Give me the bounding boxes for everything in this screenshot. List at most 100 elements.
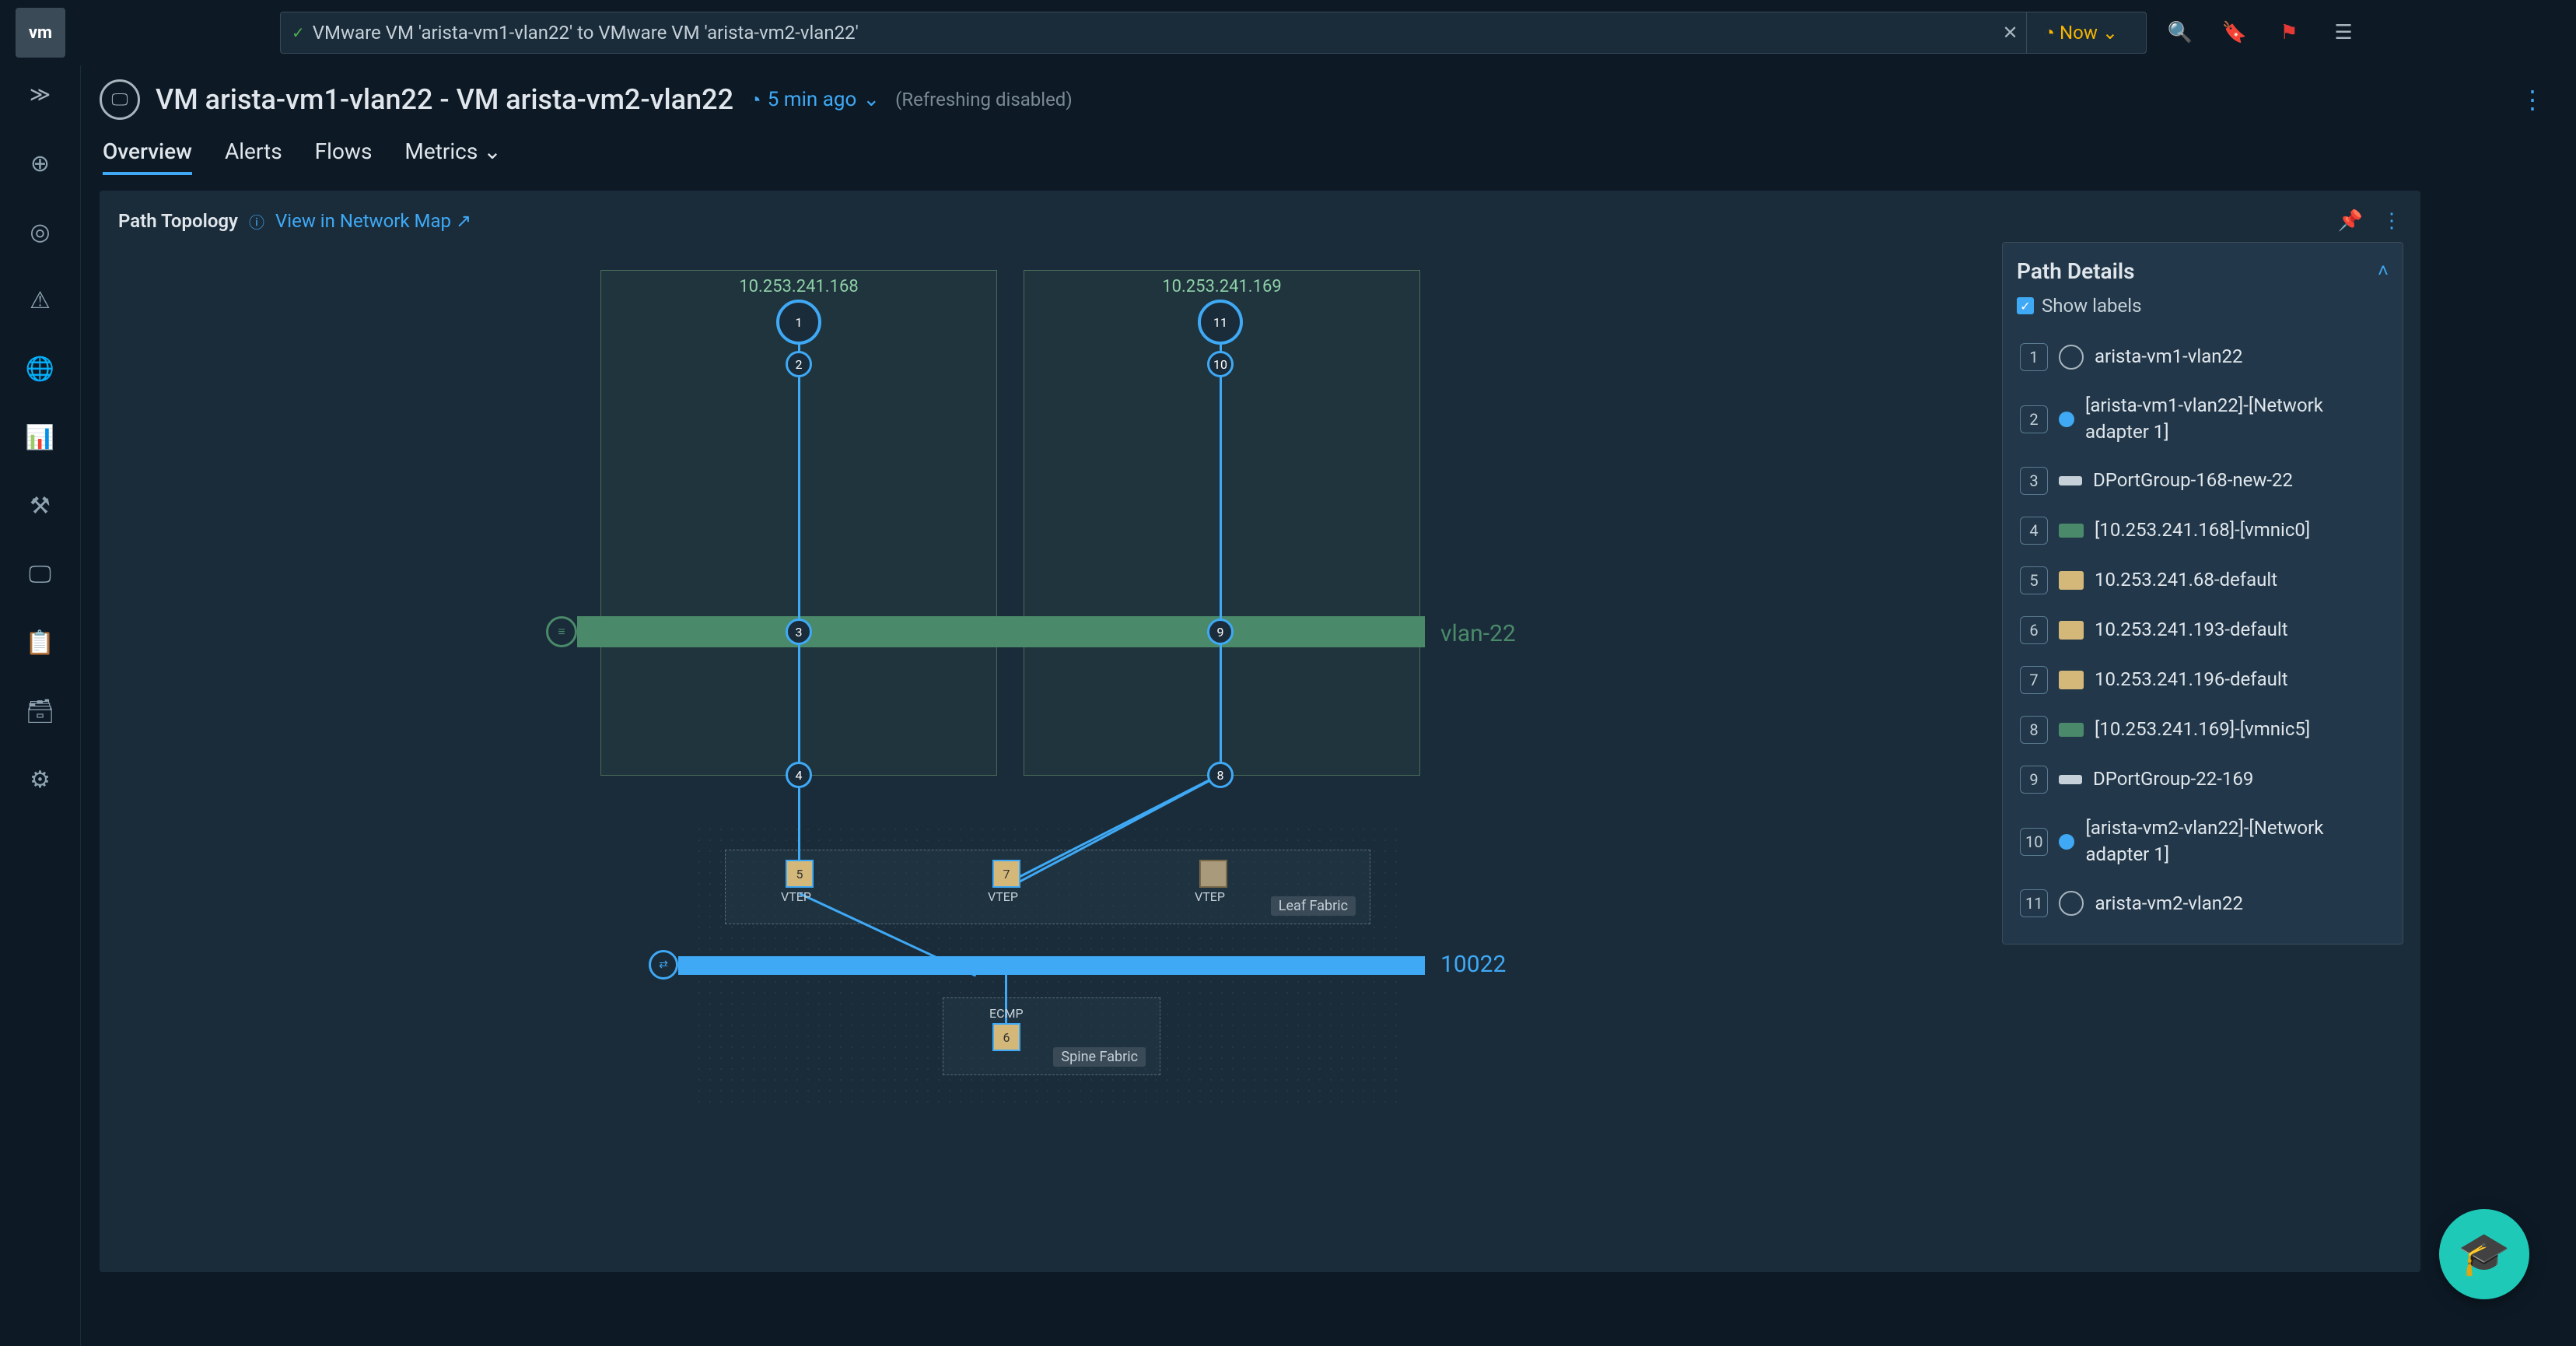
show-labels-checkbox[interactable]: ✓ Show labels xyxy=(2017,295,2389,317)
node-num: 2 xyxy=(796,357,803,372)
view-in-network-map-link[interactable]: View in Network Map ↗ xyxy=(275,210,471,232)
path-details-title: Path Details xyxy=(2017,258,2135,284)
tabs: Overview Alerts Flows Metrics ⌄ xyxy=(100,131,2576,175)
path-detail-row[interactable]: 6 10.253.241.193-default xyxy=(2017,605,2389,655)
topo-node-1[interactable]: 1 xyxy=(776,300,821,345)
topo-node-10[interactable]: 10 xyxy=(1207,351,1234,377)
topo-node-2[interactable]: 2 xyxy=(786,351,812,377)
search-icon[interactable]: 🔍 xyxy=(2159,12,2201,54)
vxlan-band: ⇄ xyxy=(678,956,1425,975)
tab-flows[interactable]: Flows xyxy=(315,131,373,175)
net-icon xyxy=(2059,476,2082,485)
step-number: 5 xyxy=(2020,566,2048,594)
step-number: 2 xyxy=(2020,405,2048,433)
step-label: DPortGroup-168-new-22 xyxy=(2093,468,2385,494)
path-detail-row[interactable]: 4[10.253.241.168]-[vmnic0] xyxy=(2017,506,2389,556)
monitor-icon[interactable]: 🖵 xyxy=(22,556,59,593)
vtep-label: VTEP xyxy=(988,889,1018,904)
sidebar: ≫ ⊕ ◎ ⚠ 🌐 📊 ⚒ 🖵 📋 🗃 ⚙ xyxy=(0,65,81,1346)
ecmp-label: ECMP xyxy=(989,1006,1024,1021)
help-fab[interactable]: 🎓 xyxy=(2439,1209,2529,1299)
target-icon[interactable]: ◎ xyxy=(22,213,59,251)
globe-icon[interactable]: 🌐 xyxy=(22,350,59,387)
bookmark-icon[interactable]: 🔖 xyxy=(2214,12,2256,54)
sw-icon xyxy=(2059,571,2084,590)
node-num: 10 xyxy=(1213,357,1227,372)
info-icon[interactable]: ⓘ xyxy=(249,210,264,233)
path-detail-row[interactable]: 10 [arista-vm2-vlan22]-[Network adapter 1… xyxy=(2017,804,2389,878)
vmware-logo[interactable]: vm xyxy=(16,8,65,58)
warning-icon[interactable]: ⚠ xyxy=(22,282,59,319)
flag-icon[interactable]: ⚑ xyxy=(2268,12,2310,54)
globe-grid-icon[interactable]: ⊕ xyxy=(22,145,59,182)
expand-sidebar-icon[interactable]: ≫ xyxy=(22,76,59,114)
tab-alerts[interactable]: Alerts xyxy=(225,131,282,175)
node-num: 4 xyxy=(796,768,803,783)
node-num: 3 xyxy=(796,625,803,640)
path-detail-row[interactable]: 11 arista-vm2-vlan22 xyxy=(2017,878,2389,928)
topo-node-4[interactable]: 4 xyxy=(786,762,812,788)
node-num: 6 xyxy=(1003,1030,1010,1045)
topo-node-5[interactable]: 5 xyxy=(786,860,814,888)
panel-menu-icon[interactable]: ⋮ xyxy=(2382,209,2402,233)
topo-node-3[interactable]: 3 xyxy=(786,619,812,645)
collapse-icon[interactable]: ˄ xyxy=(2378,260,2389,282)
tab-overview[interactable]: Overview xyxy=(103,131,192,175)
step-label: arista-vm2-vlan22 xyxy=(2095,891,2385,917)
path-detail-row[interactable]: 8[10.253.241.169]-[vmnic5] xyxy=(2017,705,2389,755)
vxlan-icon: ⇄ xyxy=(649,950,678,980)
network-icon[interactable]: ⚒ xyxy=(22,487,59,524)
topo-node-11[interactable]: 11 xyxy=(1198,300,1243,345)
step-label: [arista-vm2-vlan22]-[Network adapter 1] xyxy=(2085,815,2385,868)
gear-icon[interactable]: ⚙ xyxy=(22,761,59,798)
show-labels-text: Show labels xyxy=(2042,295,2141,317)
hamburger-menu-icon[interactable]: ☰ xyxy=(2322,12,2364,54)
node-num: 7 xyxy=(1003,867,1010,882)
step-number: 10 xyxy=(2020,828,2048,856)
monitor-icon xyxy=(2059,891,2084,916)
path-detail-row[interactable]: 2 [arista-vm1-vlan22]-[Network adapter 1] xyxy=(2017,382,2389,456)
topo-node-7[interactable]: 7 xyxy=(992,860,1020,888)
time-ago-button[interactable]: ◔ 5 min ago ⌄ xyxy=(749,88,880,112)
spine-fabric-label: Spine Fabric xyxy=(1053,1047,1146,1067)
view-link-label: View in Network Map xyxy=(275,210,451,232)
clear-search-icon[interactable]: ✕ xyxy=(1994,22,2025,44)
step-label: 10.253.241.196-default xyxy=(2095,667,2385,693)
pin-icon[interactable]: 📌 xyxy=(2338,209,2363,233)
chart-search-icon[interactable]: 📊 xyxy=(22,419,59,456)
node-num: 5 xyxy=(796,867,803,882)
path-detail-row[interactable]: 9DPortGroup-22-169 xyxy=(2017,755,2389,804)
topo-node-9[interactable]: 9 xyxy=(1207,619,1234,645)
tab-metrics[interactable]: Metrics ⌄ xyxy=(404,131,501,175)
path-detail-row[interactable]: 510.253.241.68-default xyxy=(2017,556,2389,605)
external-link-icon: ↗ xyxy=(456,210,471,232)
node-num: 1 xyxy=(796,315,803,330)
step-number: 7 xyxy=(2020,666,2048,694)
dot-icon xyxy=(2059,412,2074,427)
time-now-button[interactable]: ◔ Now ⌄ xyxy=(2026,12,2135,53)
node-num: 11 xyxy=(1213,315,1227,330)
step-label: 10.253.241.193-default xyxy=(2095,617,2385,643)
step-number: 11 xyxy=(2020,889,2048,917)
vlan-icon: ≡ xyxy=(546,616,577,647)
path-detail-row[interactable]: 7 10.253.241.196-default xyxy=(2017,655,2389,705)
nic-icon xyxy=(2059,524,2084,538)
step-label: DPortGroup-22-169 xyxy=(2093,766,2385,793)
more-actions-icon[interactable]: ⋮ xyxy=(2520,85,2545,114)
chevron-down-icon: ⌄ xyxy=(863,88,880,111)
search-bar[interactable]: ✓ VMware VM 'arista-vm1-vlan22' to VMwar… xyxy=(280,12,2147,54)
vxlan-label: 10022 xyxy=(1440,951,1506,978)
chevron-down-icon: ⌄ xyxy=(2102,22,2118,44)
topo-node-vtep3[interactable] xyxy=(1199,860,1227,888)
path-detail-row[interactable]: 1arista-vm1-vlan22 xyxy=(2017,332,2389,382)
step-label: [arista-vm1-vlan22]-[Network adapter 1] xyxy=(2085,393,2385,445)
sw-icon xyxy=(2059,671,2084,689)
pin-list-icon[interactable]: 📋 xyxy=(22,624,59,661)
topo-node-6[interactable]: 6 xyxy=(992,1023,1020,1051)
monitor-icon xyxy=(2059,345,2084,370)
step-number: 6 xyxy=(2020,616,2048,644)
topo-node-8[interactable]: 8 xyxy=(1207,762,1234,788)
list-search-icon[interactable]: 🗃 xyxy=(22,692,59,730)
path-detail-row[interactable]: 3DPortGroup-168-new-22 xyxy=(2017,456,2389,506)
checkbox-checked-icon: ✓ xyxy=(2017,297,2034,314)
